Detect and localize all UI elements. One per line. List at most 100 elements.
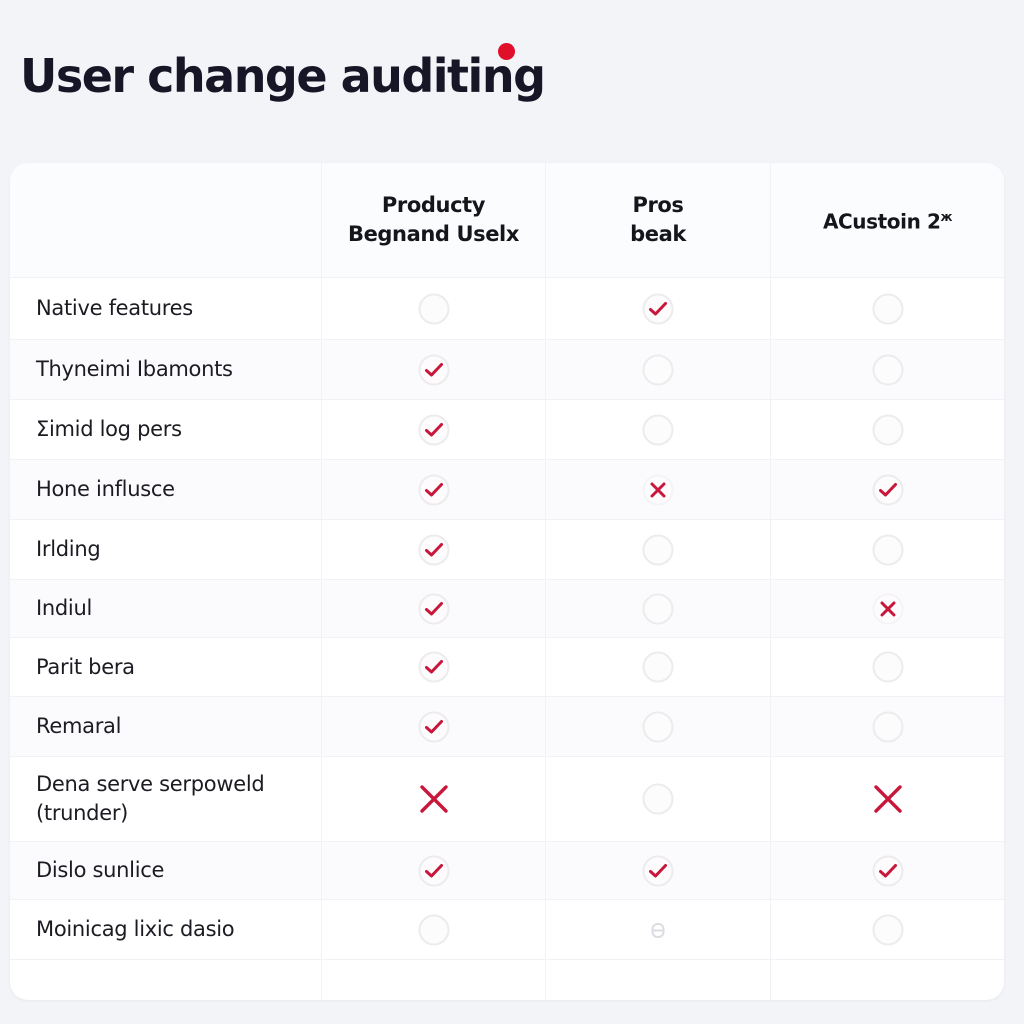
empty-circle-icon — [872, 651, 904, 683]
status-cell-col1[interactable] — [322, 697, 546, 756]
cross-icon — [416, 781, 452, 817]
column-header-3[interactable]: ACustoin 2ж — [771, 163, 1004, 277]
checkmark-icon — [418, 354, 450, 386]
status-cell-col2[interactable] — [546, 638, 771, 696]
spacer-cell — [771, 960, 1004, 1000]
page-title: User change auditing — [20, 49, 546, 103]
status-cell-col1[interactable] — [322, 400, 546, 459]
table-row: Dislo sunlice — [10, 842, 1004, 900]
empty-circle-icon — [642, 711, 674, 743]
row-label-cell: Native features — [10, 278, 322, 339]
status-cell-col1[interactable] — [322, 520, 546, 579]
status-cell-col3[interactable] — [771, 460, 1004, 519]
checkmark-icon — [418, 474, 450, 506]
table-row: Hone influsce — [10, 460, 1004, 520]
status-cell-col2[interactable] — [546, 757, 771, 841]
row-label-cell: Σimid log pers — [10, 400, 322, 459]
status-cell-col2[interactable] — [546, 460, 771, 519]
status-cell-col2[interactable] — [546, 520, 771, 579]
status-cell-col2[interactable] — [546, 580, 771, 637]
row-label: Dislo sunlice — [36, 856, 164, 885]
status-cell-col1[interactable] — [322, 340, 546, 399]
empty-circle-icon — [872, 711, 904, 743]
column-header-1-line1: Productу — [381, 193, 486, 217]
checkmark-icon — [418, 711, 450, 743]
status-cell-col3[interactable] — [771, 580, 1004, 637]
table-row: Parit bera — [10, 638, 1004, 697]
status-cell-col2[interactable] — [546, 842, 771, 899]
row-label-text: Moinicag lixic dasio — [36, 917, 235, 941]
row-label-text: Irlding — [36, 537, 101, 561]
status-cell-col1[interactable] — [322, 757, 546, 841]
row-label-cell: Remaral — [10, 697, 322, 756]
row-label: Indiul — [36, 594, 92, 623]
status-cell-col2[interactable] — [546, 340, 771, 399]
row-label: Irlding — [36, 535, 101, 564]
spacer-cell — [546, 960, 771, 1000]
status-cell-col3[interactable] — [771, 757, 1004, 841]
empty-circle-icon — [642, 593, 674, 625]
column-header-2[interactable]: Pros beak — [546, 163, 771, 277]
column-header-1-line2: Begnand Uselx — [347, 222, 520, 246]
table-row: Native features — [10, 278, 1004, 340]
checkmark-icon — [872, 855, 904, 887]
status-cell-col2[interactable] — [546, 900, 771, 959]
row-label-cell: Irlding — [10, 520, 322, 579]
empty-circle-icon — [872, 414, 904, 446]
row-label: Dena serve serpoweld (trunder) — [36, 770, 265, 828]
status-cell-col3[interactable] — [771, 638, 1004, 696]
empty-circle-icon — [872, 293, 904, 325]
row-label-cell: Indiul — [10, 580, 322, 637]
row-label-cell: Hone influsce — [10, 460, 322, 519]
status-cell-col2[interactable] — [546, 697, 771, 756]
column-header-3-sup: ж — [940, 210, 953, 225]
empty-circle-icon — [872, 914, 904, 946]
cross-icon — [872, 593, 904, 625]
row-label-cell: Dena serve serpoweld (trunder) — [10, 757, 322, 841]
comparison-table: Productу Begnand Uselx Pros beak ACustoi… — [10, 163, 1004, 1000]
row-label-text: Thyneimi Ibamonts — [36, 357, 233, 381]
status-cell-col3[interactable] — [771, 697, 1004, 756]
row-label-text: Remaral — [36, 714, 122, 738]
status-cell-col3[interactable] — [771, 842, 1004, 899]
lock-icon — [642, 914, 674, 946]
checkmark-icon — [418, 534, 450, 566]
cross-icon — [642, 474, 674, 506]
row-label: Σimid log pers — [36, 415, 182, 444]
status-cell-col1[interactable] — [322, 842, 546, 899]
row-label-text: Hone influsce — [36, 477, 175, 501]
cross-icon — [870, 781, 906, 817]
header-empty-cell — [10, 163, 322, 277]
status-cell-col3[interactable] — [771, 278, 1004, 339]
status-cell-col3[interactable] — [771, 340, 1004, 399]
row-label-text: Dena serve serpoweld — [36, 772, 265, 796]
row-label-text: Indiul — [36, 596, 93, 620]
status-cell-col1[interactable] — [322, 278, 546, 339]
checkmark-icon — [642, 293, 674, 325]
row-label-cell: Dislo sunlice — [10, 842, 322, 899]
spacer-cell — [10, 960, 322, 1000]
status-cell-col3[interactable] — [771, 400, 1004, 459]
status-cell-col2[interactable] — [546, 278, 771, 339]
status-cell-col3[interactable] — [771, 520, 1004, 579]
row-label: Thyneimi Ibamonts — [36, 355, 233, 384]
table-row: Remaral — [10, 697, 1004, 757]
status-cell-col3[interactable] — [771, 900, 1004, 959]
status-cell-col1[interactable] — [322, 900, 546, 959]
status-cell-col1[interactable] — [322, 580, 546, 637]
empty-circle-icon — [642, 354, 674, 386]
empty-circle-icon — [642, 783, 674, 815]
row-label-cell: Moinicag lixic dasio — [10, 900, 322, 959]
row-label-cell: Parit bera — [10, 638, 322, 696]
checkmark-icon — [418, 651, 450, 683]
row-label: Native features — [36, 294, 193, 323]
notification-dot-icon — [498, 43, 515, 60]
status-cell-col1[interactable] — [322, 638, 546, 696]
status-cell-col1[interactable] — [322, 460, 546, 519]
empty-circle-icon — [418, 293, 450, 325]
checkmark-icon — [418, 414, 450, 446]
column-header-1[interactable]: Productу Begnand Uselx — [322, 163, 546, 277]
status-cell-col2[interactable] — [546, 400, 771, 459]
row-label-text: Dislo sunlice — [36, 858, 165, 882]
checkmark-icon — [872, 474, 904, 506]
